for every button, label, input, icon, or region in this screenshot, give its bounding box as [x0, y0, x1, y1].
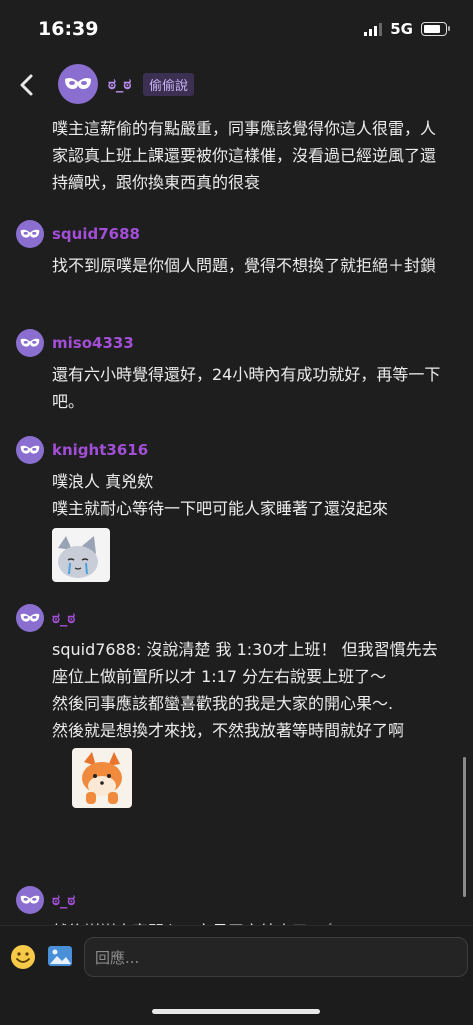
comment-text: 噗浪人 真兇欸: [52, 472, 154, 491]
comment-text: 然後同事應該都蠻喜歡我的我是大家的開心果～.: [52, 694, 394, 713]
comment-author[interactable]: ಠ_ಠ: [52, 891, 75, 909]
reply-composer: 回應...: [0, 925, 473, 1025]
reply-placeholder: 回應...: [95, 949, 140, 967]
battery-icon: [421, 22, 450, 36]
status-bar: 16:39 5G: [0, 0, 473, 56]
emoji-icon[interactable]: [10, 944, 36, 970]
signal-icon: [364, 22, 383, 36]
comment: squid7688 找不到原噗是你個人問題，覺得不想換了就拒絕＋封鎖: [0, 220, 473, 279]
scrollbar[interactable]: [463, 757, 466, 897]
image-icon[interactable]: [47, 944, 73, 968]
mask-avatar-icon: [65, 78, 91, 89]
status-time: 16:39: [38, 18, 99, 40]
comment-author[interactable]: squid7688: [52, 225, 140, 243]
mask-avatar-icon: [20, 229, 40, 238]
mask-avatar-icon: [20, 613, 40, 622]
author-avatar[interactable]: [16, 220, 44, 248]
comment-author[interactable]: miso4333: [52, 334, 134, 352]
comment-text: 然後就是想換才來找，不然我放著等時間就好了啊: [52, 721, 405, 740]
comment: miso4333 還有六小時覺得還好，24小時內有成功就好，再等一下吧。: [0, 329, 473, 415]
home-indicator[interactable]: [152, 1009, 320, 1014]
comment-text: 噗主這薪偷的有點嚴重，同事應該覺得你這人很雷，人家認真上班上課還要被你這樣催，沒…: [52, 119, 437, 192]
comment-author[interactable]: knight3616: [52, 441, 148, 459]
comment-text: squid7688: 沒說清楚 我 1:30才上班！ 但我習慣先去座位上做前置所…: [52, 640, 438, 686]
author-avatar[interactable]: [16, 604, 44, 632]
board-badge[interactable]: 偷偷說: [143, 73, 195, 96]
mask-avatar-icon: [20, 338, 40, 347]
comment: knight3616 噗浪人 真兇欸 噗主就耐心等待一下吧可能人家睡著了還沒起來: [0, 436, 473, 582]
mask-avatar-icon: [20, 445, 40, 454]
fox-sticker[interactable]: [72, 748, 132, 808]
reply-input[interactable]: 回應...: [84, 937, 468, 977]
comment-author[interactable]: ಠ_ಠ: [52, 609, 75, 627]
author-avatar[interactable]: [16, 329, 44, 357]
comment: ಠ_ಠ squid7688: 沒說清楚 我 1:30才上班！ 但我習慣先去座位上…: [0, 604, 473, 808]
crying-cat-sticker[interactable]: [52, 528, 110, 582]
author-avatar[interactable]: [16, 436, 44, 464]
header-author-name[interactable]: ಠ_ಠ: [108, 75, 131, 93]
comment-feed[interactable]: 噗主這薪偷的有點嚴重，同事應該覺得你這人很雷，人家認真上班上課還要被你這樣催，沒…: [0, 96, 473, 931]
post-header: ಠ_ಠ 偷偷說: [0, 56, 473, 116]
author-avatar[interactable]: [58, 64, 98, 104]
network-label: 5G: [390, 20, 413, 38]
mask-avatar-icon: [20, 895, 40, 904]
comment-text: 噗主就耐心等待一下吧可能人家睡著了還沒起來: [52, 499, 389, 518]
status-right: 5G: [364, 20, 450, 38]
author-avatar[interactable]: [16, 886, 44, 914]
comment-text: 還有六小時覺得還好，24小時內有成功就好，再等一下吧。: [52, 365, 441, 411]
comment-text: 找不到原噗是你個人問題，覺得不想換了就拒絕＋封鎖: [52, 256, 437, 275]
back-chevron-icon[interactable]: [14, 72, 40, 98]
